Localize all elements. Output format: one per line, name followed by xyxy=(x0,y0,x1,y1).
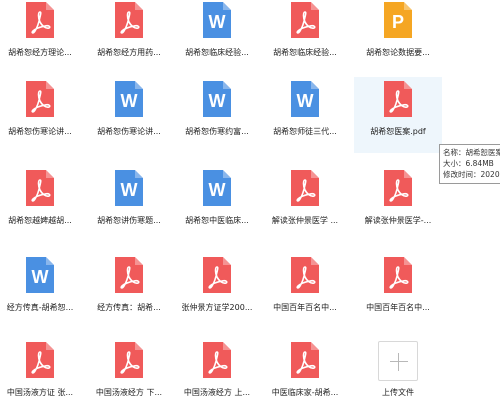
pdf-icon xyxy=(24,168,56,208)
file-item[interactable]: 中国汤液方证 张... xyxy=(0,338,84,414)
file-name: 张仲景方证学200... xyxy=(181,303,253,312)
file-item[interactable]: W 胡希恕讲伤寒题... xyxy=(85,166,173,242)
pdf-icon xyxy=(382,168,414,208)
icon-letter: W xyxy=(32,267,49,287)
file-item[interactable]: 中国百年百名中... xyxy=(261,253,349,329)
file-item[interactable]: P 胡希恕论数据要... xyxy=(354,0,442,74)
file-item[interactable]: 胡希恕经方理论... xyxy=(0,0,84,74)
file-item[interactable]: 张仲景方证学200... xyxy=(173,253,261,329)
icon-letter: P xyxy=(392,12,404,32)
file-item[interactable]: W 胡希恕伤寒约富... xyxy=(173,77,261,153)
tooltip-name: 名称：胡希恕医案 xyxy=(443,148,500,157)
upload-file-button[interactable]: 上传文件 xyxy=(354,338,442,414)
file-item[interactable]: W 胡希恕师徒三代... xyxy=(261,77,349,153)
file-name: 解读张仲景医学 ... xyxy=(271,216,339,225)
word-icon: W xyxy=(201,0,233,40)
pdf-icon xyxy=(201,340,233,380)
icon-letter: W xyxy=(121,91,138,111)
file-item[interactable]: W 胡希恕中医临床... xyxy=(173,166,261,242)
file-item[interactable]: 胡希恕经方用药... xyxy=(85,0,173,74)
tooltip-modified: 修改时间：2020-0 xyxy=(443,170,500,179)
file-item[interactable]: 中国百年百名中... xyxy=(354,253,442,329)
file-name: 胡希恕医案.pdf xyxy=(370,127,426,136)
file-item[interactable]: 经方传真：胡希... xyxy=(85,253,173,329)
file-grid: 胡希恕经方理论... 胡希恕经方用药... W 胡希恕临床经验... 胡希恕临床经… xyxy=(0,0,500,415)
file-item[interactable]: 胡希恕伤寒论讲... xyxy=(0,77,84,153)
file-name: 胡希恕经方用药... xyxy=(97,48,161,57)
file-info-tooltip: 名称：胡希恕医案 大小：6.84MB 修改时间：2020-0 xyxy=(439,144,500,184)
icon-letter: W xyxy=(209,180,226,200)
pdf-icon xyxy=(24,340,56,380)
word-icon: W xyxy=(113,168,145,208)
file-name: 中国汤液方证 张... xyxy=(6,388,74,397)
file-name: 胡希恕论数据要... xyxy=(366,48,430,57)
file-item[interactable]: W 胡希恕临床经验... xyxy=(173,0,261,74)
file-item[interactable]: 胡希恕医案.pdf xyxy=(354,77,442,153)
file-name: 中医临床家-胡希... xyxy=(271,388,339,397)
pdf-icon xyxy=(289,0,321,40)
file-name: 上传文件 xyxy=(382,388,414,397)
word-icon: W xyxy=(289,79,321,119)
file-name: 胡希恕伤寒论讲... xyxy=(97,127,161,136)
word-icon: W xyxy=(113,79,145,119)
pdf-icon xyxy=(201,255,233,295)
file-item[interactable]: 胡希恕临床经验... xyxy=(261,0,349,74)
pdf-icon xyxy=(24,79,56,119)
file-name: 胡希恕越婢越胡... xyxy=(8,216,72,225)
file-name: 中国汤液经方 下... xyxy=(95,388,163,397)
file-name: 胡希恕临床经验... xyxy=(185,48,249,57)
tooltip-size: 大小：6.84MB xyxy=(443,159,494,168)
word-icon: W xyxy=(201,168,233,208)
word-icon: W xyxy=(201,79,233,119)
file-name: 胡希恕中医临床... xyxy=(185,216,249,225)
pdf-icon xyxy=(24,0,56,40)
plus-icon[interactable] xyxy=(378,341,418,381)
file-name: 胡希恕伤寒约富... xyxy=(185,127,249,136)
word-icon: W xyxy=(24,255,56,295)
file-item[interactable]: 解读张仲景医学 ... xyxy=(261,166,349,242)
file-item[interactable]: 中国汤液经方 上... xyxy=(173,338,261,414)
file-name: 中国百年百名中... xyxy=(273,303,337,312)
file-name: 胡希恕讲伤寒题... xyxy=(97,216,161,225)
file-name: 胡希恕师徒三代... xyxy=(273,127,337,136)
file-name: 经方传真-胡希恕... xyxy=(6,303,74,312)
pdf-icon xyxy=(382,79,414,119)
file-name: 胡希恕临床经验... xyxy=(273,48,337,57)
file-item[interactable]: W 胡希恕伤寒论讲... xyxy=(85,77,173,153)
file-item[interactable]: W 经方传真-胡希恕... xyxy=(0,253,84,329)
pdf-icon xyxy=(289,255,321,295)
pdf-icon xyxy=(113,255,145,295)
pdf-icon xyxy=(289,340,321,380)
file-name: 胡希恕伤寒论讲... xyxy=(8,127,72,136)
file-name: 解读张仲景医学-... xyxy=(364,216,432,225)
icon-letter: W xyxy=(121,180,138,200)
icon-letter: W xyxy=(209,91,226,111)
file-name: 胡希恕经方理论... xyxy=(8,48,72,57)
pdf-icon xyxy=(289,168,321,208)
pdf-icon xyxy=(382,255,414,295)
file-item[interactable]: 解读张仲景医学-... xyxy=(354,166,442,242)
icon-letter: W xyxy=(297,91,314,111)
file-item[interactable]: 胡希恕越婢越胡... xyxy=(0,166,84,242)
file-name: 经方传真：胡希... xyxy=(97,303,161,312)
icon-letter: W xyxy=(209,12,226,32)
file-name: 中国百年百名中... xyxy=(366,303,430,312)
pdf-icon xyxy=(113,0,145,40)
pdf-icon xyxy=(113,340,145,380)
file-name: 中国汤液经方 上... xyxy=(183,388,251,397)
file-item[interactable]: 中医临床家-胡希... xyxy=(261,338,349,414)
file-item[interactable]: 中国汤液经方 下... xyxy=(85,338,173,414)
ppt-icon: P xyxy=(382,0,414,40)
